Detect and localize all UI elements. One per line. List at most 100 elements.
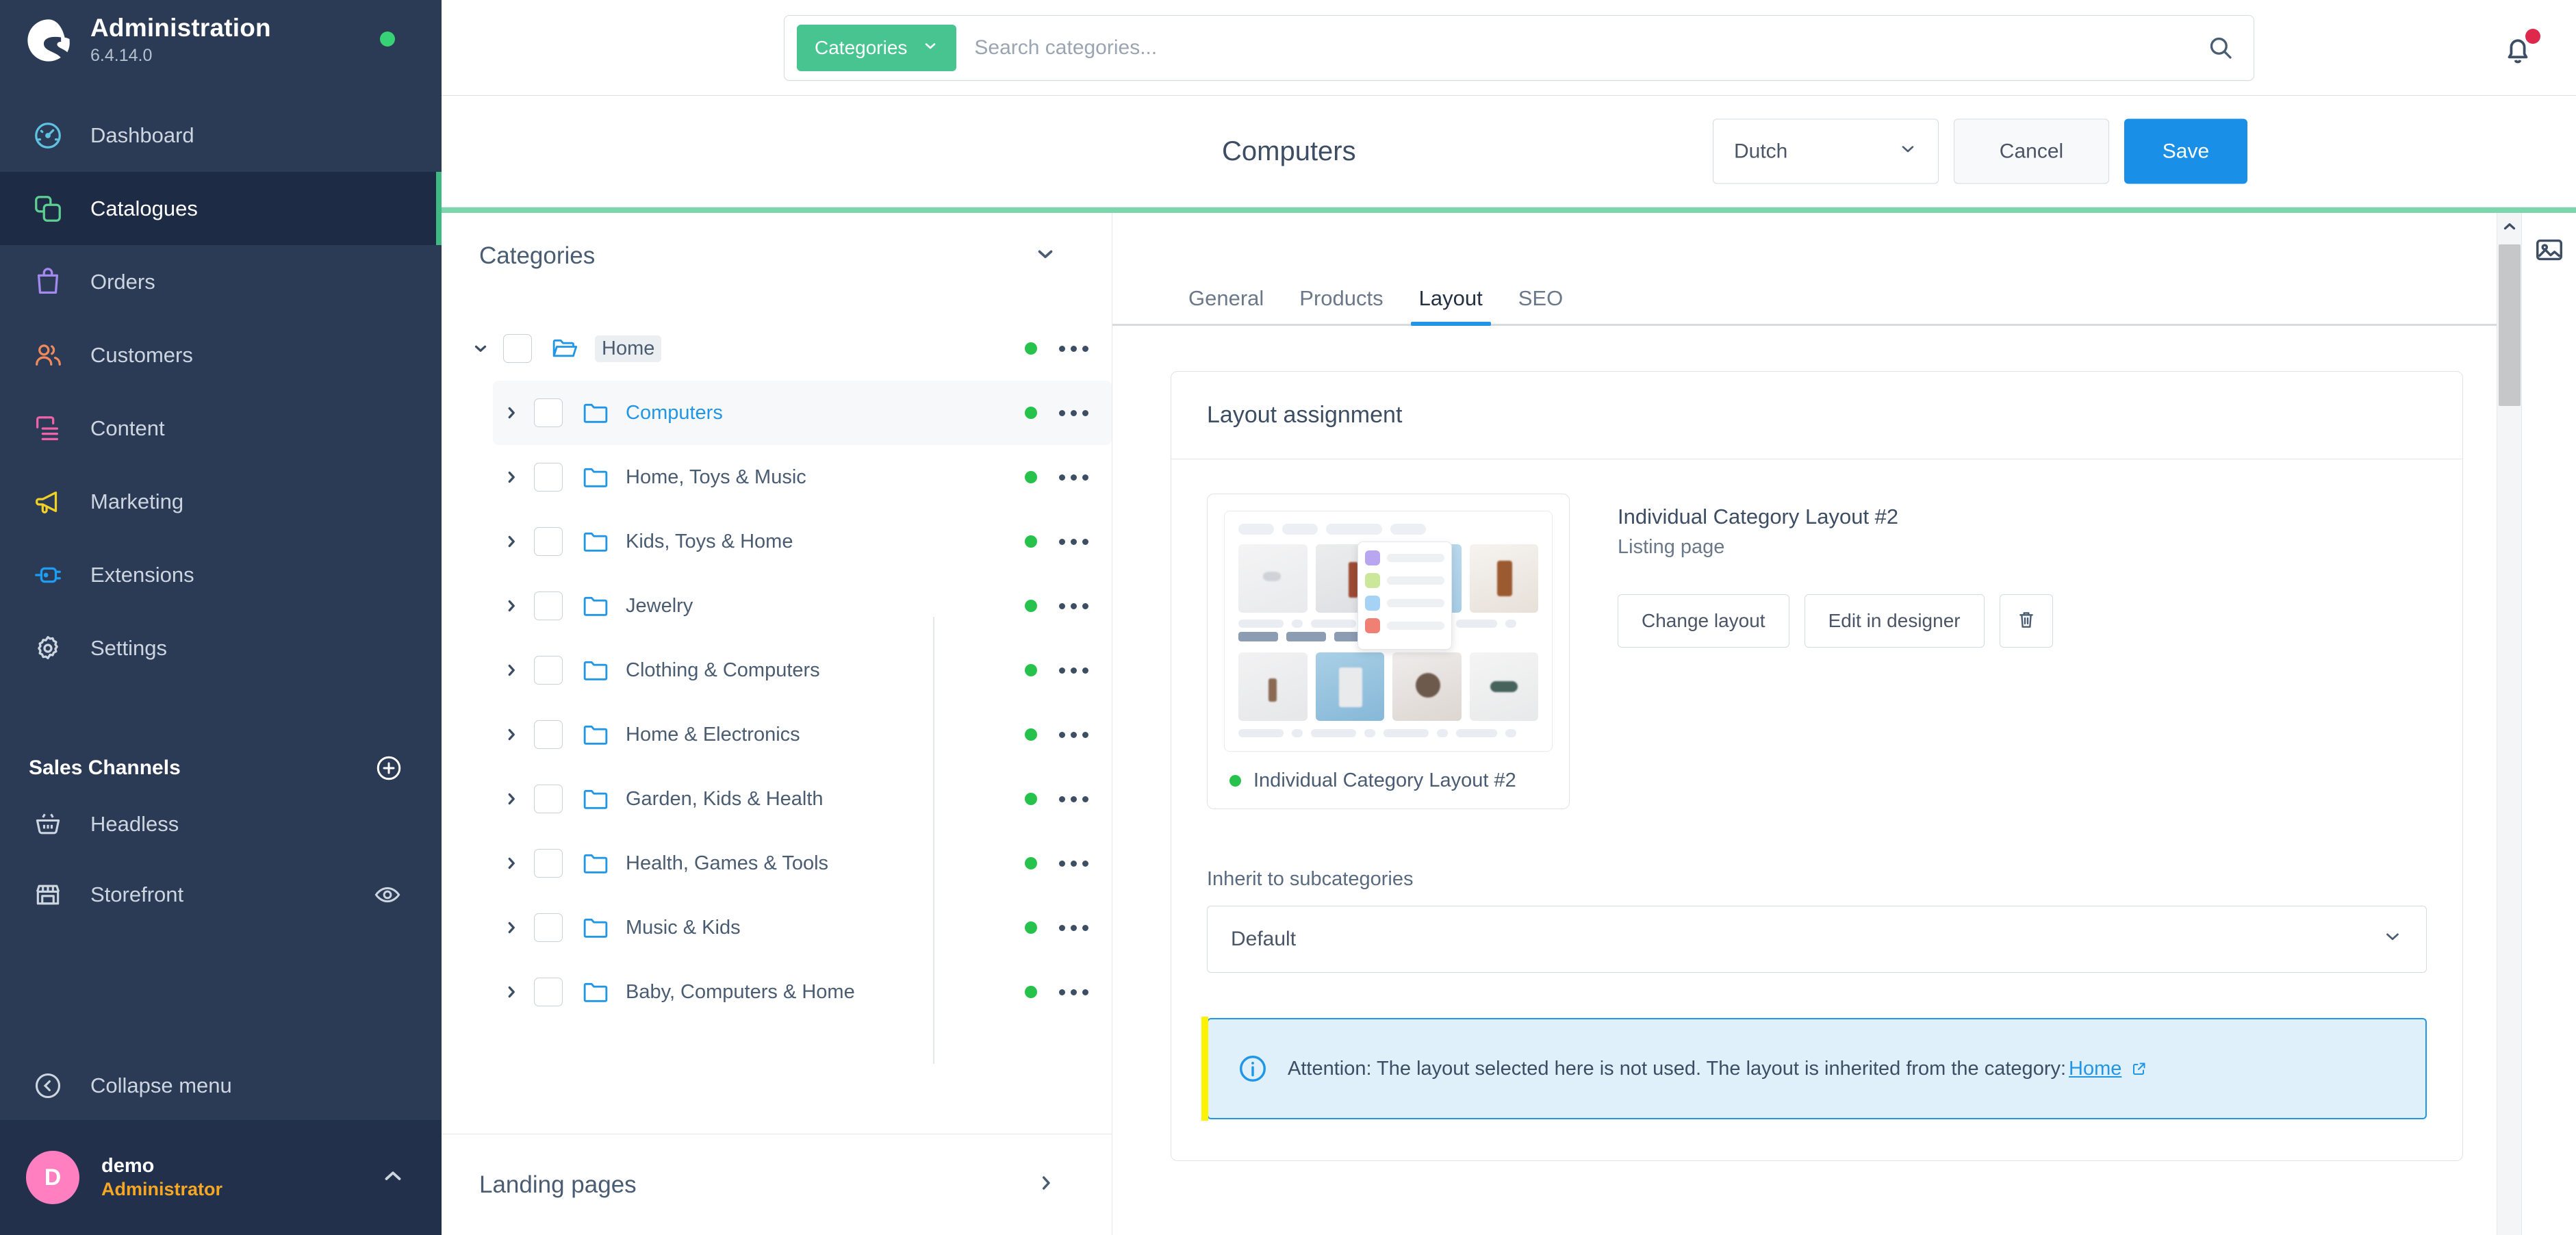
chevron-right-icon[interactable] <box>493 854 530 872</box>
sidebar-item-marketing[interactable]: Marketing <box>0 465 442 538</box>
chevron-right-icon[interactable] <box>493 983 530 1001</box>
tab-general[interactable]: General <box>1171 286 1281 326</box>
search-scope-selector[interactable]: Categories <box>797 25 957 71</box>
tree-row-checkbox[interactable] <box>534 913 563 942</box>
collapse-menu-button[interactable]: Collapse menu <box>0 1052 442 1120</box>
search-icon[interactable] <box>2188 34 2254 62</box>
tree-row[interactable]: Computers <box>493 381 1112 445</box>
tree-row-checkbox[interactable] <box>534 398 563 427</box>
scroll-up-button[interactable] <box>2497 213 2521 243</box>
tree-row-checkbox[interactable] <box>534 785 563 813</box>
category-tree-header[interactable]: Categories <box>442 213 1112 298</box>
ellipsis-icon[interactable] <box>1056 725 1091 745</box>
sidebar-item-settings[interactable]: Settings <box>0 611 442 685</box>
chevron-down-icon[interactable] <box>1034 242 1057 269</box>
tree-row[interactable]: Clothing & Computers <box>493 638 1112 702</box>
ellipsis-icon[interactable] <box>1056 918 1091 938</box>
ellipsis-icon[interactable] <box>1056 661 1091 680</box>
search-input[interactable] <box>956 17 2188 79</box>
layout-preview-card[interactable]: Individual Category Layout #2 <box>1207 494 1570 809</box>
ellipsis-icon[interactable] <box>1056 596 1091 616</box>
chevron-down-icon[interactable] <box>462 340 499 357</box>
sales-channel-storefront[interactable]: Storefront <box>0 859 442 930</box>
tab-layout[interactable]: Layout <box>1401 286 1501 326</box>
tree-row[interactable]: Home, Toys & Music <box>493 445 1112 509</box>
brand-header: Administration 6.4.14.0 <box>0 0 442 81</box>
card-title: Layout assignment <box>1207 402 1403 428</box>
edit-in-designer-button[interactable]: Edit in designer <box>1804 594 1985 648</box>
orders-icon <box>29 263 67 301</box>
folder-closed-icon <box>578 787 613 811</box>
dashboard-icon <box>29 116 67 155</box>
sidebar-item-catalogues[interactable]: Catalogues <box>0 172 442 245</box>
user-menu[interactable]: D demo Administrator <box>0 1120 442 1235</box>
layout-type: Listing page <box>1618 535 1725 558</box>
catalogues-icon <box>29 190 67 228</box>
tree-row-checkbox[interactable] <box>534 463 563 492</box>
admin-app: Administration 6.4.14.0 Dashboard Catalo… <box>0 0 2576 1235</box>
layout-row: Individual Category Layout #2 Individual… <box>1207 494 2427 809</box>
landing-pages-section[interactable]: Landing pages <box>442 1134 1112 1235</box>
media-image-icon[interactable] <box>2532 232 2567 268</box>
tree-row-checkbox[interactable] <box>534 720 563 749</box>
tree-row-checkbox[interactable] <box>534 527 563 556</box>
sales-channel-headless[interactable]: Headless <box>0 789 442 859</box>
sidebar-item-label: Extensions <box>90 562 194 587</box>
chevron-right-icon[interactable] <box>493 468 530 486</box>
tab-products[interactable]: Products <box>1281 286 1401 326</box>
language-select[interactable]: Dutch <box>1713 118 1939 184</box>
chevron-right-icon[interactable] <box>493 919 530 937</box>
external-link-icon[interactable] <box>2131 1060 2147 1077</box>
ellipsis-icon[interactable] <box>1056 789 1091 809</box>
content-scrollbar[interactable] <box>2497 213 2521 1235</box>
ellipsis-icon[interactable] <box>1056 339 1091 359</box>
tree-row-checkbox[interactable] <box>534 591 563 620</box>
tree-row[interactable]: Music & Kids <box>493 895 1112 960</box>
tree-row[interactable]: Health, Games & Tools <box>493 831 1112 895</box>
tree-row-checkbox[interactable] <box>534 849 563 878</box>
tree-row-actions <box>1025 532 1091 552</box>
sidebar-item-dashboard[interactable]: Dashboard <box>0 99 442 172</box>
chevron-right-icon[interactable] <box>493 404 530 422</box>
tree-row[interactable]: Kids, Toys & Home <box>493 509 1112 574</box>
cancel-button[interactable]: Cancel <box>1954 118 2109 184</box>
ellipsis-icon[interactable] <box>1056 403 1091 423</box>
chevron-right-icon[interactable] <box>493 597 530 615</box>
tree-row-checkbox[interactable] <box>534 978 563 1006</box>
ellipsis-icon[interactable] <box>1056 532 1091 552</box>
ellipsis-icon[interactable] <box>1056 982 1091 1002</box>
chevron-right-icon[interactable] <box>493 661 530 679</box>
ellipsis-icon[interactable] <box>1056 854 1091 874</box>
inherit-select[interactable]: Default <box>1207 906 2427 973</box>
sidebar-item-customers[interactable]: Customers <box>0 318 442 392</box>
tab-seo[interactable]: SEO <box>1501 286 1581 326</box>
tree-row-label: Health, Games & Tools <box>626 852 829 874</box>
save-button[interactable]: Save <box>2124 118 2247 184</box>
tree-row[interactable]: Jewelry <box>493 574 1112 638</box>
tree-row-checkbox[interactable] <box>503 334 532 363</box>
chevron-right-icon[interactable] <box>493 533 530 550</box>
delete-layout-button[interactable] <box>1999 594 2053 648</box>
tree-row-actions <box>1025 854 1091 874</box>
sidebar-item-content[interactable]: Content <box>0 392 442 465</box>
change-layout-button[interactable]: Change layout <box>1618 594 1789 648</box>
tree-row[interactable]: Garden, Kids & Health <box>493 767 1112 831</box>
chevron-up-icon[interactable] <box>380 1163 406 1193</box>
layout-preview-name: Individual Category Layout #2 <box>1253 769 1516 791</box>
notice-category-link[interactable]: Home <box>2069 1058 2121 1080</box>
chevron-right-icon[interactable] <box>493 726 530 743</box>
scrollbar-thumb[interactable] <box>2499 244 2521 406</box>
eye-icon[interactable] <box>373 880 402 909</box>
sidebar-item-orders[interactable]: Orders <box>0 245 442 318</box>
chevron-right-icon[interactable] <box>1035 1172 1057 1197</box>
trash-icon <box>2015 609 2037 633</box>
ellipsis-icon[interactable] <box>1056 468 1091 487</box>
tree-row[interactable]: Baby, Computers & Home <box>493 960 1112 1024</box>
plus-circle-icon[interactable] <box>373 752 405 784</box>
tree-row-checkbox[interactable] <box>534 656 563 685</box>
chevron-right-icon[interactable] <box>493 790 530 808</box>
sidebar-item-extensions[interactable]: Extensions <box>0 538 442 611</box>
tree-row[interactable]: Home <box>462 316 1112 381</box>
tree-row[interactable]: Home & Electronics <box>493 702 1112 767</box>
sales-channels-title: Sales Channels <box>29 756 181 779</box>
